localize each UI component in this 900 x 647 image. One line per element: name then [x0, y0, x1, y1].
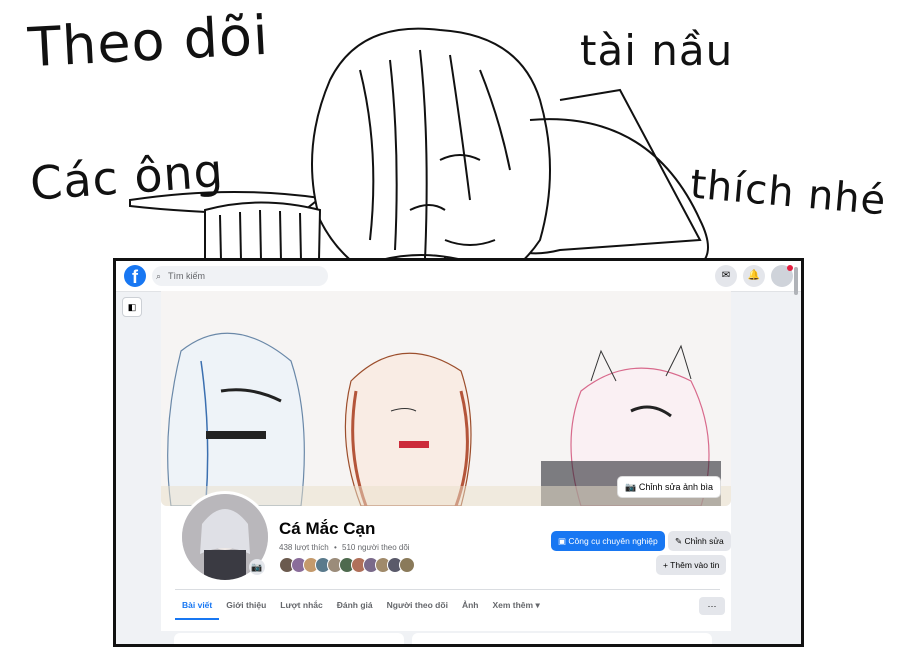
edit-cover-label: Chỉnh sửa ảnh bìa: [638, 482, 713, 492]
top-navigation-bar: f ⌕ Tìm kiếm ✉ 🔔: [116, 261, 801, 292]
facebook-logo[interactable]: f: [124, 265, 146, 287]
follower-avatar[interactable]: [399, 557, 415, 573]
tab-posts[interactable]: Bài viết: [175, 592, 220, 620]
account-avatar[interactable]: [771, 265, 793, 287]
profile-page: 📷 Chỉnh sửa ảnh bìa 📷 Cá Mắc Cạn 438 lượ…: [161, 291, 731, 644]
cover-photo: 📷 Chỉnh sửa ảnh bìa: [161, 291, 731, 506]
edit-page-button[interactable]: ✎ Chỉnh sửa: [668, 531, 731, 551]
edit-cover-button[interactable]: 📷 Chỉnh sửa ảnh bìa: [617, 476, 721, 498]
tab-photos[interactable]: Ảnh: [455, 592, 486, 620]
messenger-icon[interactable]: ✉: [715, 265, 737, 287]
edit-label: Chỉnh sửa: [684, 536, 724, 546]
post-composer-card: [412, 633, 712, 644]
tab-followers[interactable]: Người theo dõi: [380, 592, 455, 620]
tab-more[interactable]: Xem thêm ▾: [485, 592, 546, 620]
cover-artwork: [161, 291, 731, 506]
likes-count[interactable]: 438 lượt thích: [279, 543, 329, 552]
pro-tools-label: Công cụ chuyên nghiệp: [568, 536, 658, 546]
pencil-icon: ✎: [675, 536, 683, 546]
search-input[interactable]: ⌕ Tìm kiếm: [152, 266, 328, 286]
page-stats: 438 lượt thích • 510 người theo dõi: [279, 543, 413, 552]
camera-icon: 📷: [625, 482, 637, 492]
follower-avatars: [279, 557, 415, 573]
search-placeholder: Tìm kiếm: [168, 271, 205, 281]
stats-separator: •: [333, 543, 337, 552]
bell-icon[interactable]: 🔔: [743, 265, 765, 287]
profile-camera-icon[interactable]: 📷: [249, 559, 265, 575]
intro-card: [174, 633, 404, 644]
tab-mentions[interactable]: Lượt nhắc: [273, 592, 329, 620]
search-icon: ⌕: [156, 271, 162, 281]
divider: [175, 589, 720, 590]
sidebar-toggle-icon[interactable]: ◧: [122, 297, 142, 317]
facebook-window: f ⌕ Tìm kiếm ✉ 🔔 ◧ 📷 Chỉnh sửa ảnh bìa 📷…: [113, 258, 804, 647]
profile-tabs: Bài viết Giới thiệu Lượt nhắc Đánh giá N…: [175, 592, 547, 620]
dashboard-icon: ▣: [558, 536, 567, 546]
more-options-button[interactable]: ···: [699, 597, 725, 615]
scrollbar[interactable]: [794, 267, 798, 295]
followers-count[interactable]: 510 người theo dõi: [342, 543, 410, 552]
professional-tools-button[interactable]: ▣ Công cụ chuyên nghiệp: [551, 531, 665, 551]
tab-about[interactable]: Giới thiệu: [219, 592, 273, 620]
page-name: Cá Mắc Cạn: [279, 519, 376, 538]
tab-reviews[interactable]: Đánh giá: [330, 592, 380, 620]
add-to-story-button[interactable]: + Thêm vào tin: [656, 555, 727, 575]
